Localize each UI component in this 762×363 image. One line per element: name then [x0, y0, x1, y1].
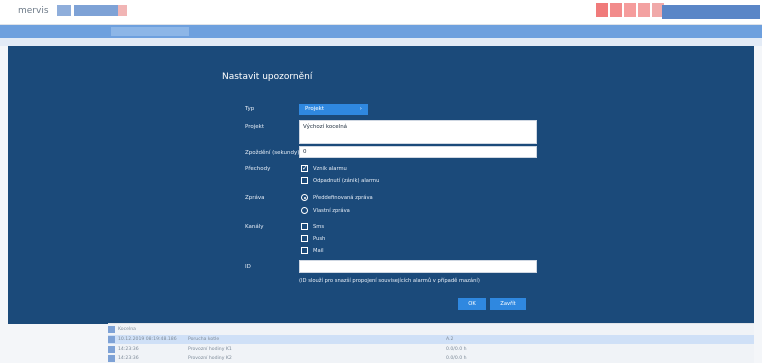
row-icon: [108, 336, 115, 343]
projekt-label: Projekt: [245, 124, 264, 130]
type-select-label: Projekt: [305, 106, 324, 112]
transitions-label: Přechody: [245, 166, 271, 172]
row-cell: 0.0/0.0 h: [446, 356, 467, 361]
project-input[interactable]: Výchozí kocelná: [299, 120, 537, 144]
alarm-end-checkbox[interactable]: [301, 177, 308, 184]
modal-title: Nastavit upozornění: [222, 72, 313, 82]
channels-label: Kanály: [245, 224, 264, 230]
message-label: Zpráva: [245, 195, 265, 201]
mail-label: Mail: [313, 248, 324, 254]
delay-input[interactable]: 0: [299, 146, 537, 158]
type-select-button[interactable]: Projekt ›: [299, 104, 368, 115]
table-row[interactable]: 10.12.2019 08:19:48.186 Porucha kotle A.…: [108, 335, 754, 344]
mail-checkbox[interactable]: [301, 247, 308, 254]
table-row[interactable]: 14:23:36 Provozní hodiny K1 0.0/0.0 h: [108, 345, 754, 354]
custom-message-label: Vlastní zpráva: [313, 208, 350, 214]
ok-button[interactable]: OK: [458, 298, 486, 310]
alarm-end-label: Odpadnutí (zánik) alarmu: [313, 178, 380, 184]
row-cell: 0.0/0.0 h: [446, 347, 467, 352]
row-cell: Provozní hodiny K2: [188, 356, 232, 361]
custom-message-radio[interactable]: [301, 207, 308, 214]
app-logo: mervis: [18, 6, 49, 16]
table-header: [0, 38, 762, 46]
push-label: Push: [313, 236, 326, 242]
row-cell: 14:23:36: [118, 356, 139, 361]
table-row[interactable]: Kocelna: [108, 325, 754, 334]
row-cell: Porucha kotle: [188, 337, 220, 342]
settings-button[interactable]: [638, 3, 650, 17]
id-input[interactable]: [299, 260, 537, 273]
chevron-right-icon: ›: [359, 106, 362, 112]
search-input[interactable]: [111, 27, 189, 36]
app-header: mervis: [0, 0, 762, 25]
row-cell: A.2: [446, 337, 454, 342]
id-help-text: (ID slouží pro snazší propojení souvisej…: [299, 278, 480, 284]
row-icon: [108, 326, 115, 333]
status-info: [662, 5, 760, 19]
sms-label: Sms: [313, 224, 325, 230]
tab-active[interactable]: [74, 5, 118, 16]
row-icon: [108, 346, 115, 353]
predefined-message-label: Předdefinovaná zpráva: [313, 195, 373, 201]
alert-settings-modal: Nastavit upozornění Typ Projekt › Projek…: [8, 46, 754, 324]
delay-label: Zpoždění (sekundy): [245, 150, 300, 156]
warning-button[interactable]: [610, 3, 622, 17]
typ-label: Typ: [245, 106, 255, 112]
push-checkbox[interactable]: [301, 235, 308, 242]
id-label: ID: [245, 264, 251, 270]
tab-close-icon[interactable]: [118, 5, 127, 16]
menu-button[interactable]: [57, 5, 71, 16]
background-table: Kocelna 10.12.2019 08:19:48.186 Porucha …: [108, 323, 754, 363]
row-cell: 14:23:36: [118, 347, 139, 352]
close-button[interactable]: Zavřít: [490, 298, 526, 310]
row-cell: Kocelna: [118, 327, 136, 332]
row-cell: 10.12.2019 08:19:48.186: [118, 337, 177, 342]
alarm-button[interactable]: [596, 3, 608, 17]
row-cell: Provozní hodiny K1: [188, 347, 232, 352]
row-icon: [108, 355, 115, 362]
notification-button[interactable]: [624, 3, 636, 17]
alarm-start-label: Vznik alarmu: [313, 166, 347, 172]
predefined-message-radio[interactable]: [301, 194, 308, 201]
sms-checkbox[interactable]: [301, 223, 308, 230]
alarm-start-checkbox[interactable]: [301, 164, 308, 172]
